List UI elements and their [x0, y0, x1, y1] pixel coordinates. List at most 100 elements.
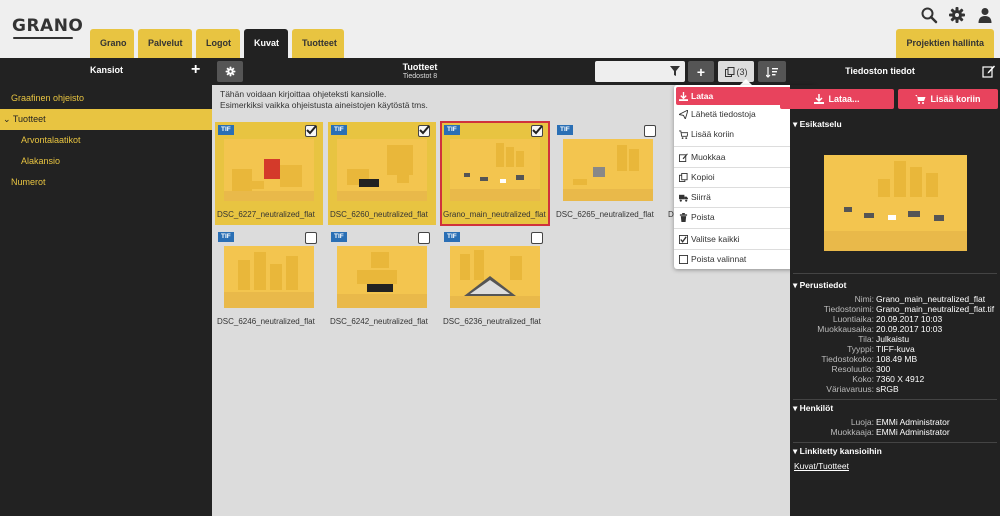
file-type-badge: TIF: [557, 125, 573, 135]
preview-heading[interactable]: ▾ Esikatselu: [793, 119, 842, 130]
logo-text: GRANO: [12, 16, 84, 36]
menu-item-label: Kopioi: [691, 172, 715, 182]
file-name: DSC_6265_neutralized_flat: [556, 210, 654, 219]
file-checkbox[interactable]: [305, 232, 317, 244]
file-checkbox[interactable]: [418, 125, 430, 137]
tab-grano[interactable]: Grano: [90, 29, 134, 58]
file-card[interactable]: TIF DSC_6236_neutralized_flat: [441, 229, 549, 332]
sidebar-item-label: Numerot: [11, 177, 46, 187]
download-icon: [814, 94, 825, 104]
checkmark-icon: [532, 125, 543, 135]
send-icon: [679, 109, 688, 119]
edit-icon[interactable]: [982, 64, 996, 78]
file-type-badge: TIF: [444, 232, 460, 242]
file-card[interactable]: TIF DSC_6265_neutralized_flat: [554, 122, 662, 225]
file-card[interactable]: TIF DSC_6227_neutralized_flat: [215, 122, 323, 225]
sidebar-item-label: Tuotteet: [12, 114, 46, 124]
file-name-partial: D: [668, 210, 674, 219]
file-name: DSC_6260_neutralized_flat: [330, 210, 428, 219]
file-thumbnail: [450, 139, 540, 201]
search-input[interactable]: [595, 61, 685, 82]
folder-heading: Tuotteet Tiedostot 8: [360, 62, 480, 80]
file-checkbox[interactable]: [644, 125, 656, 137]
add-to-cart-label: Lisää koriin: [930, 94, 981, 104]
top-icon-group: [920, 6, 994, 24]
file-type-badge: TIF: [331, 232, 347, 242]
edit-icon: [679, 152, 688, 162]
file-name: DSC_6246_neutralized_flat: [217, 317, 315, 326]
copy-icon: [724, 66, 734, 77]
project-management-button[interactable]: Projektien hallinta: [896, 29, 994, 58]
tab-tuotteet[interactable]: Tuotteet: [292, 29, 344, 58]
menu-item-label: Poista: [691, 212, 715, 222]
checkbox-empty-icon: [679, 254, 688, 264]
file-name: DSC_6227_neutralized_flat: [217, 210, 315, 219]
chevron-down-icon[interactable]: ⌄: [3, 114, 11, 124]
add-file-button[interactable]: +: [688, 61, 714, 82]
add-to-cart-button[interactable]: Lisää koriin: [898, 89, 998, 109]
trash-icon: [679, 212, 688, 222]
grano-logo[interactable]: GRANO: [12, 16, 83, 40]
linked-folders-heading[interactable]: ▾ Linkitetty kansioihin: [793, 446, 882, 457]
file-name: DSC_6236_neutralized_flat: [443, 317, 541, 326]
file-thumbnail: [224, 246, 314, 308]
folder-settings-button[interactable]: [217, 61, 243, 82]
file-type-badge: TIF: [444, 125, 460, 135]
section-divider: [793, 442, 997, 443]
cart-icon: [679, 129, 688, 139]
file-card[interactable]: TIF DSC_6260_neutralized_flat: [328, 122, 436, 225]
file-checkbox[interactable]: [305, 125, 317, 137]
filter-icon[interactable]: [670, 66, 680, 76]
logo-underline: [13, 37, 73, 39]
sidebar-item-graafinen-ohjeisto[interactable]: Graafinen ohjeisto: [0, 88, 212, 109]
section-title: Esikatselu: [799, 119, 842, 129]
copy-icon: [679, 172, 688, 182]
file-preview-image: [824, 155, 967, 251]
sort-icon: [766, 66, 778, 78]
file-thumbnail: [224, 139, 314, 201]
search-icon[interactable]: [920, 6, 938, 24]
file-checkbox[interactable]: [418, 232, 430, 244]
download-button[interactable]: Lataa...: [780, 89, 894, 109]
menu-item-label: Muokkaa: [691, 152, 726, 162]
sort-button[interactable]: [758, 61, 786, 82]
description-line: Tähän voidaan kirjoittaa ohjeteksti kans…: [220, 89, 387, 99]
sidebar-item-numerot[interactable]: Numerot: [0, 172, 212, 193]
user-icon[interactable]: [976, 6, 994, 24]
file-checkbox[interactable]: [531, 232, 543, 244]
folder-title: Tuotteet: [402, 62, 438, 72]
menu-item-label: Poista valinnat: [691, 254, 747, 264]
tab-logot[interactable]: Logot: [196, 29, 240, 58]
menu-item-label: Valitse kaikki: [691, 234, 740, 244]
info-key: Väriavaruus:: [826, 384, 874, 394]
toolbar-row: Kansiot + Tuotteet Tiedostot 8 + (3) Tie…: [0, 58, 1000, 85]
people-heading[interactable]: ▾ Henkilöt: [793, 403, 833, 414]
file-card[interactable]: TIF Grano_main_neutralized_flat: [440, 121, 550, 226]
checkmark-icon: [419, 125, 430, 135]
sidebar-item-arvontalaatikot[interactable]: Arvontalaatikot: [0, 130, 212, 151]
folder-sidebar: Graafinen ohjeisto ⌄ Tuotteet Arvontalaa…: [0, 85, 212, 516]
menu-item-label: Lataa: [691, 91, 714, 101]
basic-info-heading[interactable]: ▾ Perustiedot: [793, 280, 846, 291]
tab-palvelut[interactable]: Palvelut: [138, 29, 192, 58]
file-thumbnail: [563, 139, 653, 201]
info-value: EMMi Administrator: [876, 427, 950, 437]
tab-kuvat[interactable]: Kuvat: [244, 29, 288, 58]
file-type-badge: TIF: [331, 125, 347, 135]
sidebar-item-tuotteet[interactable]: ⌄ Tuotteet: [0, 109, 212, 130]
section-title: Linkitetty kansioihin: [799, 446, 882, 456]
checkmark-icon: [306, 125, 317, 135]
file-name: DSC_6242_neutralized_flat: [330, 317, 428, 326]
file-card[interactable]: TIF DSC_6246_neutralized_flat: [215, 229, 323, 332]
file-card[interactable]: TIF DSC_6242_neutralized_flat: [328, 229, 436, 332]
download-button-label: Lataa...: [828, 94, 860, 104]
selection-count: (3): [736, 66, 748, 77]
linked-folder-link[interactable]: Kuvat/Tuotteet: [794, 461, 849, 471]
section-divider: [793, 399, 997, 400]
gear-icon[interactable]: [948, 6, 966, 24]
file-thumbnail: [450, 246, 540, 308]
sidebar-item-alakansio[interactable]: Alakansio: [0, 151, 212, 172]
add-folder-button[interactable]: +: [191, 62, 200, 78]
file-thumbnail: [337, 139, 427, 201]
file-checkbox[interactable]: [531, 125, 543, 137]
